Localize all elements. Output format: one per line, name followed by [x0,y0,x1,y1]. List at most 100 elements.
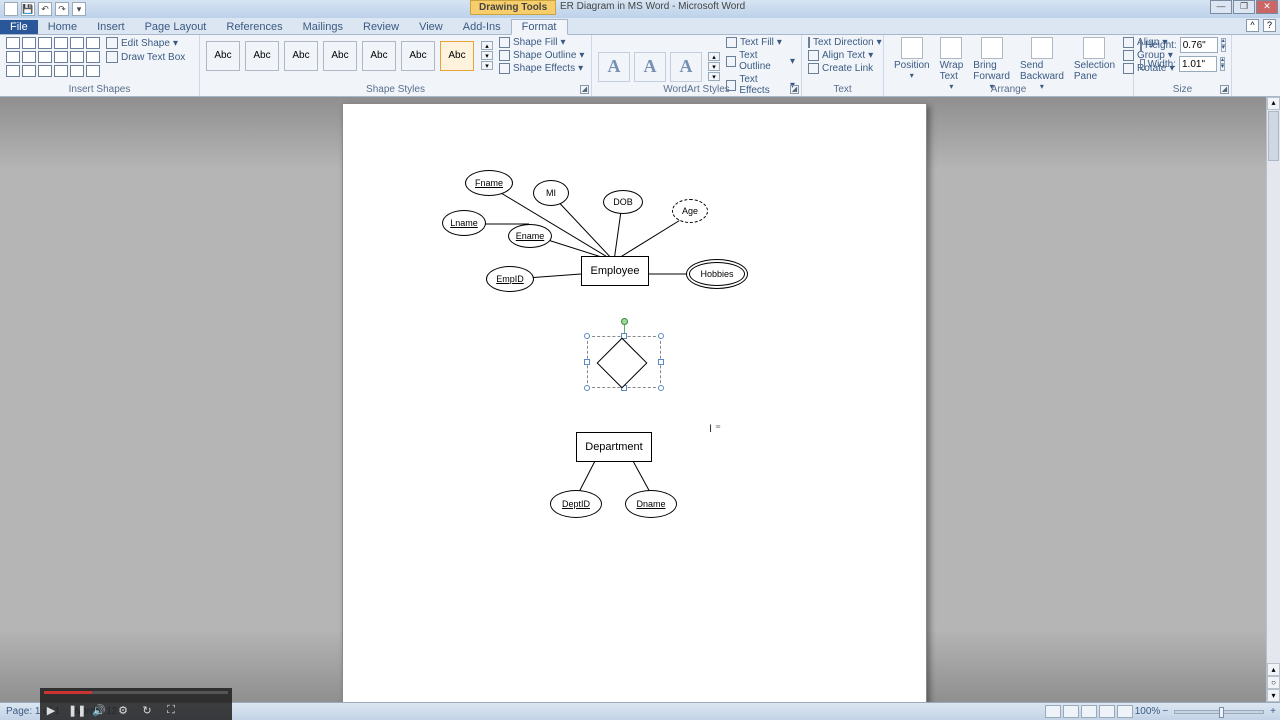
size-launcher[interactable]: ◢ [1220,85,1229,94]
scroll-up-button[interactable]: ▴ [1267,97,1280,110]
style-preset[interactable]: Abc [440,41,474,71]
word-icon[interactable]: W [4,2,18,16]
wordart-preset[interactable]: A [598,52,630,82]
tab-format[interactable]: Format [511,19,568,35]
style-preset[interactable]: Abc [245,41,279,71]
document-area[interactable]: Employee Fname MI Lname Ename DOB Age Em… [0,97,1266,702]
text-fill-button[interactable]: Text Fill ▾ [726,37,795,48]
width-spinner[interactable]: ▴▾ [1220,57,1225,71]
style-preset[interactable]: Abc [284,41,318,71]
shape-fill-button[interactable]: Shape Fill ▾ [499,37,584,48]
attr-mi[interactable]: MI [533,180,569,206]
tab-page-layout[interactable]: Page Layout [135,20,217,34]
resize-handle-sw[interactable] [584,385,590,391]
tab-file[interactable]: File [0,20,38,34]
player-track[interactable] [44,691,228,694]
browse-object-button[interactable]: ○ [1267,676,1280,689]
align-text-button[interactable]: Align Text ▾ [808,50,877,61]
next-page-button[interactable]: ▾ [1267,689,1280,702]
selection-pane-button[interactable]: Selection Pane [1070,37,1119,91]
tab-review[interactable]: Review [353,20,409,34]
minimize-button[interactable]: — [1210,0,1232,14]
bring-forward-button[interactable]: Bring Forward▾ [969,37,1014,91]
qat-redo-icon[interactable]: ↷ [55,2,69,16]
zoom-in-button[interactable]: + [1270,706,1276,717]
resize-handle-w[interactable] [584,359,590,365]
scroll-thumb[interactable] [1268,111,1279,161]
edit-shape-button[interactable]: Edit Shape ▾ [106,37,185,49]
style-preset[interactable]: Abc [206,41,240,71]
style-preset[interactable]: Abc [323,41,357,71]
attr-dname[interactable]: Dname [625,490,677,518]
attr-lname[interactable]: Lname [442,210,486,236]
close-button[interactable]: ✕ [1256,0,1278,14]
height-input[interactable] [1180,37,1218,53]
player-fullscreen-button[interactable]: ⛶ [164,704,178,718]
position-button[interactable]: Position▾ [890,37,934,91]
attr-deptid[interactable]: DeptID [550,490,602,518]
page[interactable]: Employee Fname MI Lname Ename DOB Age Em… [342,103,927,702]
maximize-button[interactable]: ❐ [1233,0,1255,14]
shape-effects-button[interactable]: Shape Effects ▾ [499,63,584,74]
player-loop-button[interactable]: ↻ [140,704,154,718]
zoom-slider-thumb[interactable] [1219,707,1224,718]
zoom-slider[interactable] [1174,710,1264,714]
style-gallery-more[interactable]: ▴▾▾ [481,41,493,70]
view-draft-button[interactable] [1117,705,1133,718]
zoom-out-button[interactable]: − [1162,706,1168,717]
resize-handle-ne[interactable] [658,333,664,339]
vertical-scrollbar[interactable]: ▴ ▴ ○ ▾ [1266,97,1280,702]
attr-hobbies[interactable]: Hobbies [689,262,745,286]
wordart-preset[interactable]: A [634,52,666,82]
style-preset[interactable]: Abc [362,41,396,71]
create-link-button[interactable]: Create Link [808,63,877,74]
send-backward-button[interactable]: Send Backward▾ [1016,37,1068,91]
tab-mailings[interactable]: Mailings [293,20,353,34]
view-full-screen-button[interactable] [1063,705,1079,718]
wordart-gallery-more[interactable]: ▴▾▾ [708,52,720,81]
text-direction-button[interactable]: Text Direction ▾ [808,37,877,48]
shape-style-gallery[interactable]: Abc Abc Abc Abc Abc Abc Abc ▴▾▾ [206,37,493,74]
shape-outline-button[interactable]: Shape Outline ▾ [499,50,584,61]
view-outline-button[interactable] [1099,705,1115,718]
wordart-launcher[interactable]: ◢ [790,85,799,94]
rotation-handle[interactable] [621,318,628,325]
width-input[interactable] [1179,56,1217,72]
style-preset[interactable]: Abc [401,41,435,71]
qat-save-icon[interactable]: 💾 [21,2,35,16]
tab-insert[interactable]: Insert [87,20,135,34]
prev-page-button[interactable]: ▴ [1267,663,1280,676]
view-print-layout-button[interactable] [1045,705,1061,718]
entity-department[interactable]: Department [576,432,652,462]
zoom-level[interactable]: 100% [1135,706,1161,717]
attr-ename[interactable]: Ename [508,224,552,248]
player-volume-button[interactable]: 🔊 [92,704,106,718]
shapes-gallery[interactable] [6,37,100,77]
resize-handle-se[interactable] [658,385,664,391]
tab-addins[interactable]: Add-Ins [453,20,511,34]
shape-styles-launcher[interactable]: ◢ [580,85,589,94]
minimize-ribbon-icon[interactable]: ^ [1246,19,1259,32]
draw-text-box-button[interactable]: Draw Text Box [106,51,185,63]
player-play-button[interactable]: ▶ [44,704,58,718]
wrap-text-button[interactable]: Wrap Text▾ [936,37,968,91]
wordart-preset[interactable]: A [670,52,702,82]
entity-employee[interactable]: Employee [581,256,649,286]
tab-view[interactable]: View [409,20,453,34]
tab-home[interactable]: Home [38,20,87,34]
view-web-layout-button[interactable] [1081,705,1097,718]
qat-undo-icon[interactable]: ↶ [38,2,52,16]
qat-customize-icon[interactable]: ▾ [72,2,86,16]
help-icon[interactable]: ? [1263,19,1276,32]
attr-dob[interactable]: DOB [603,190,643,214]
resize-handle-e[interactable] [658,359,664,365]
tab-references[interactable]: References [216,20,292,34]
attr-fname[interactable]: Fname [465,170,513,196]
height-spinner[interactable]: ▴▾ [1221,38,1226,52]
resize-handle-nw[interactable] [584,333,590,339]
player-pause-button[interactable]: ❚❚ [68,704,82,718]
attr-empid[interactable]: EmpID [486,266,534,292]
attr-age[interactable]: Age [672,199,708,223]
player-settings-button[interactable]: ⚙ [116,704,130,718]
text-outline-button[interactable]: Text Outline ▾ [726,50,795,72]
